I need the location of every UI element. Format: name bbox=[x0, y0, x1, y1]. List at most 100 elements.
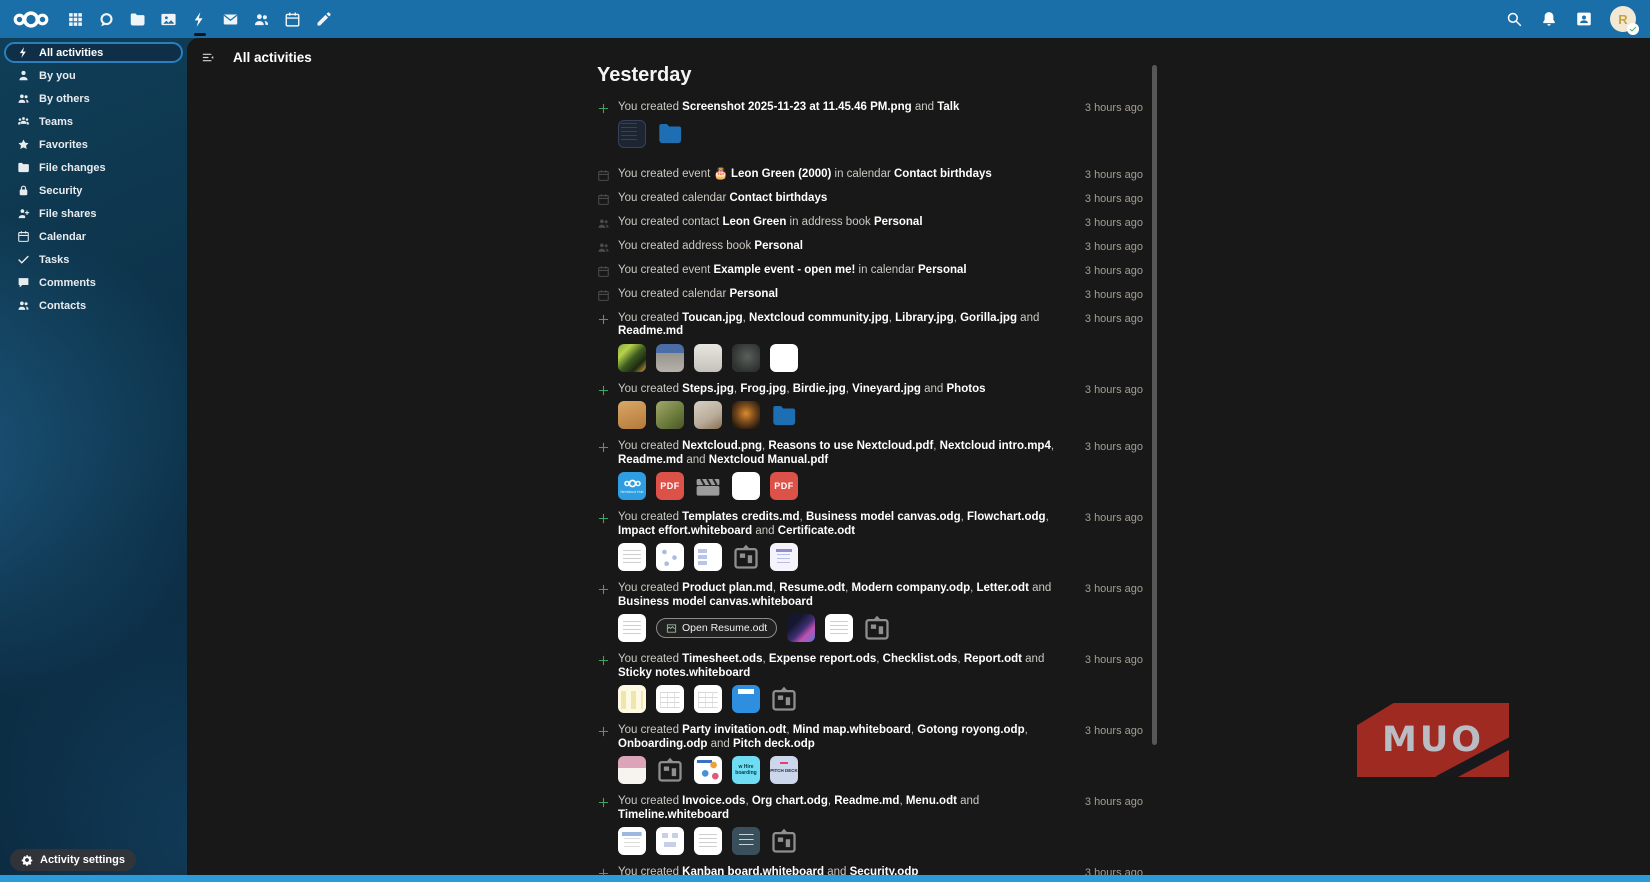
notifications-button[interactable] bbox=[1540, 10, 1558, 28]
entity-link[interactable]: Screenshot 2025-11-23 at 11.45.46 PM.png bbox=[682, 101, 911, 113]
entity-link[interactable]: Kanban board.whiteboard bbox=[682, 866, 824, 875]
entity-link[interactable]: Personal bbox=[918, 264, 967, 276]
entity-link[interactable]: Nextcloud.png bbox=[682, 440, 762, 452]
entity-link[interactable]: Readme.md bbox=[618, 454, 683, 466]
entity-link[interactable]: 🎂 Leon Green (2000) bbox=[713, 168, 831, 180]
nextcloud-logo[interactable] bbox=[12, 8, 50, 31]
entity-link[interactable]: Timeline.whiteboard bbox=[618, 809, 729, 821]
screenshot-thumbnail[interactable] bbox=[618, 119, 646, 148]
entity-link[interactable]: Certificate.odt bbox=[778, 525, 855, 537]
sidebar-item-tasks[interactable]: Tasks bbox=[4, 249, 183, 270]
broken-image-placeholder[interactable]: Open Resume.odt bbox=[656, 618, 778, 638]
invoice-thumbnail[interactable] bbox=[618, 827, 646, 855]
sidebar-item-comments[interactable]: Comments bbox=[4, 272, 183, 293]
sidebar-item-calendar[interactable]: Calendar bbox=[4, 226, 183, 247]
user-avatar[interactable]: R bbox=[1610, 6, 1639, 35]
sidebar-item-by-you[interactable]: By you bbox=[4, 65, 183, 86]
sidebar-item-all-activities[interactable]: All activities bbox=[4, 42, 183, 63]
birdie-photo-thumbnail[interactable] bbox=[694, 401, 722, 429]
readme-doc-thumbnail[interactable] bbox=[770, 343, 798, 372]
whiteboard-icon[interactable] bbox=[732, 543, 760, 571]
onboarding-slide-thumbnail[interactable]: w Hire boarding bbox=[732, 756, 760, 784]
pdf-icon[interactable]: PDF bbox=[656, 472, 684, 500]
calendar-app-button[interactable] bbox=[277, 0, 308, 38]
entity-link[interactable]: Birdie.jpg bbox=[793, 383, 846, 395]
entity-link[interactable]: Mind map.whiteboard bbox=[793, 724, 911, 736]
entity-link[interactable]: Party invitation.odt bbox=[682, 724, 786, 736]
sidebar-item-contacts[interactable]: Contacts bbox=[4, 295, 183, 316]
gotong-royong-slide-thumbnail[interactable] bbox=[694, 756, 722, 784]
report-thumbnail[interactable] bbox=[732, 685, 760, 713]
expense-report-thumbnail[interactable] bbox=[656, 685, 684, 713]
steps-photo-thumbnail[interactable] bbox=[618, 401, 646, 429]
entity-link[interactable]: Org chart.odg bbox=[752, 795, 828, 807]
whiteboard-icon[interactable] bbox=[770, 685, 798, 713]
entity-link[interactable]: Reasons to use Nextcloud.pdf bbox=[768, 440, 933, 452]
pitch-deck-slide-thumbnail[interactable]: PITCH DECK bbox=[770, 756, 798, 784]
activity-settings-button[interactable]: Activity settings bbox=[10, 849, 136, 871]
entity-link[interactable]: Personal bbox=[874, 216, 923, 228]
frog-photo-thumbnail[interactable] bbox=[656, 401, 684, 429]
entity-link[interactable]: Report.odt bbox=[964, 653, 1022, 665]
entity-link[interactable]: Photos bbox=[947, 383, 986, 395]
entity-link[interactable]: Frog.jpg bbox=[740, 383, 786, 395]
mail-app-button[interactable] bbox=[215, 0, 246, 38]
letter-thumbnail[interactable] bbox=[825, 614, 854, 642]
entity-link[interactable]: Personal bbox=[754, 240, 803, 252]
files-app-button[interactable] bbox=[122, 0, 153, 38]
party-invitation-thumbnail[interactable] bbox=[618, 756, 646, 784]
unified-search-button[interactable] bbox=[1505, 10, 1523, 28]
entity-link[interactable]: Contact birthdays bbox=[729, 192, 827, 204]
entity-link[interactable]: Library.jpg bbox=[895, 312, 954, 324]
entity-link[interactable]: Pitch deck.odp bbox=[733, 738, 815, 750]
certificate-thumbnail[interactable] bbox=[770, 543, 798, 571]
vineyard-photo-thumbnail[interactable] bbox=[732, 401, 760, 429]
entity-link[interactable]: Vineyard.jpg bbox=[852, 383, 921, 395]
library-photo-thumbnail[interactable] bbox=[694, 343, 722, 372]
contacts-app-button[interactable] bbox=[246, 0, 277, 38]
entity-link[interactable]: Expense report.ods bbox=[769, 653, 876, 665]
sidebar-item-file-shares[interactable]: File shares bbox=[4, 203, 183, 224]
whiteboard-icon[interactable] bbox=[863, 614, 891, 642]
sidebar-item-file-changes[interactable]: File changes bbox=[4, 157, 183, 178]
entity-link[interactable]: Product plan.md bbox=[682, 582, 773, 594]
entity-link[interactable]: Leon Green bbox=[722, 216, 786, 228]
entity-link[interactable]: Invoice.ods bbox=[682, 795, 745, 807]
entity-link[interactable]: Sticky notes.whiteboard bbox=[618, 667, 750, 679]
entity-link[interactable]: Menu.odt bbox=[906, 795, 957, 807]
notes-app-button[interactable] bbox=[308, 0, 339, 38]
talk-app-button[interactable] bbox=[91, 0, 122, 38]
dashboard-app-button[interactable] bbox=[60, 0, 91, 38]
whiteboard-icon[interactable] bbox=[770, 827, 798, 855]
entity-link[interactable]: Business model canvas.odg bbox=[806, 511, 961, 523]
entity-link[interactable]: Letter.odt bbox=[977, 582, 1029, 594]
entity-link[interactable]: Example event - open me! bbox=[713, 264, 855, 276]
contacts-menu-button[interactable] bbox=[1575, 10, 1593, 28]
sidebar-item-teams[interactable]: Teams bbox=[4, 111, 183, 132]
video-clapperboard-icon[interactable] bbox=[694, 472, 722, 500]
entity-link[interactable]: Business model canvas.whiteboard bbox=[618, 596, 813, 608]
entity-link[interactable]: Nextcloud Manual.pdf bbox=[709, 454, 828, 466]
menu-doc-thumbnail[interactable] bbox=[732, 827, 760, 855]
sidebar-item-favorites[interactable]: Favorites bbox=[4, 134, 183, 155]
entity-link[interactable]: Timesheet.ods bbox=[682, 653, 762, 665]
pdf-icon[interactable]: PDF bbox=[770, 472, 798, 500]
entity-link[interactable]: Security.odp bbox=[850, 866, 919, 875]
sidebar-item-security[interactable]: Security bbox=[4, 180, 183, 201]
entity-link[interactable]: Resume.odt bbox=[779, 582, 845, 594]
entity-link[interactable]: Flowchart.odg bbox=[967, 511, 1046, 523]
collapse-sidebar-button[interactable] bbox=[195, 44, 221, 70]
entity-link[interactable]: Steps.jpg bbox=[682, 383, 734, 395]
entity-link[interactable]: Gorilla.jpg bbox=[960, 312, 1017, 324]
entity-link[interactable]: Readme.md bbox=[618, 325, 683, 337]
talk-folder-icon[interactable] bbox=[656, 120, 684, 148]
templates-credits-thumbnail[interactable] bbox=[618, 543, 646, 571]
photos-folder-icon[interactable] bbox=[770, 401, 798, 429]
entity-link[interactable]: Templates credits.md bbox=[682, 511, 799, 523]
timesheet-thumbnail[interactable] bbox=[618, 685, 646, 713]
entity-link[interactable]: Modern company.odp bbox=[852, 582, 971, 594]
modern-company-slide-thumbnail[interactable] bbox=[787, 614, 816, 642]
entity-link[interactable]: Personal bbox=[729, 288, 778, 300]
entity-link[interactable]: Contact birthdays bbox=[894, 168, 992, 180]
readme-doc-thumbnail[interactable] bbox=[694, 827, 722, 855]
